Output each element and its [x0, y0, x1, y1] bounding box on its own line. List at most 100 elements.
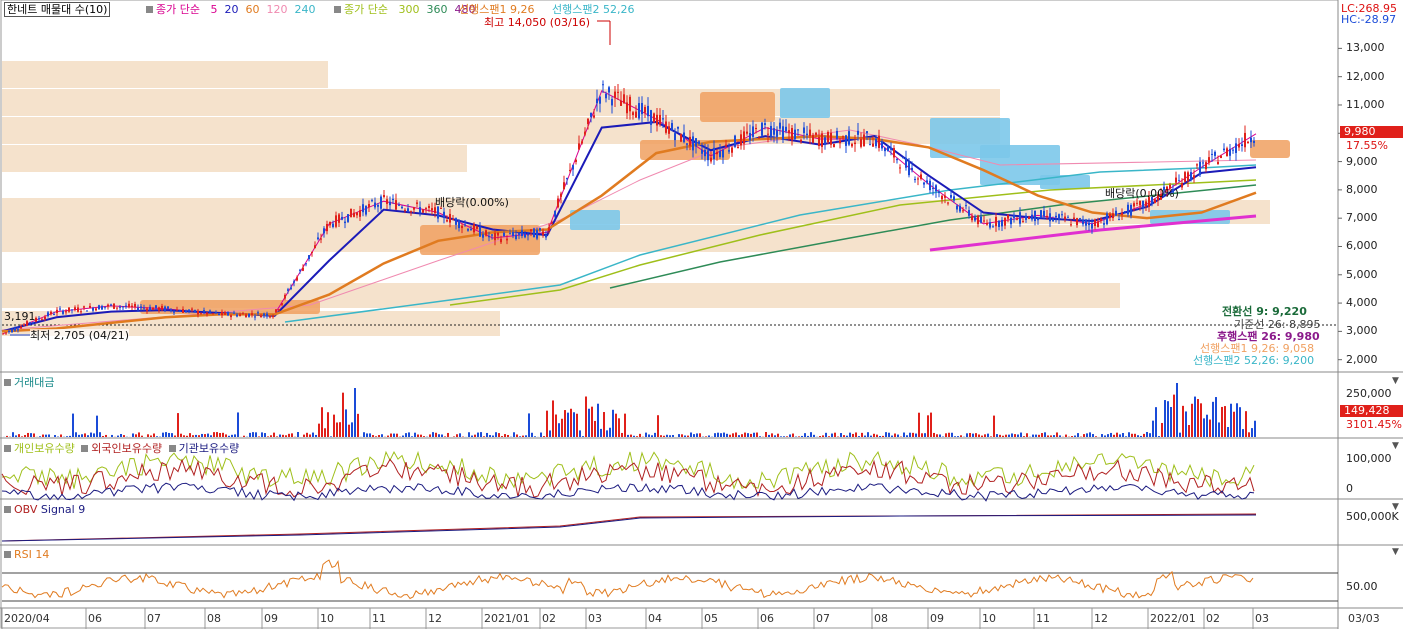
- volume-bar: [951, 432, 953, 437]
- candle-body: [986, 222, 988, 225]
- collapse-icon[interactable]: ▼: [1392, 376, 1399, 386]
- candle-body: [284, 294, 286, 299]
- volume-panel-title[interactable]: 거래대금: [4, 376, 54, 389]
- volume-bar: [966, 433, 968, 437]
- volume-bar: [1197, 399, 1199, 437]
- candle-body: [1193, 175, 1195, 179]
- volume-bar: [147, 434, 149, 437]
- volume-bar: [735, 432, 737, 437]
- candle-body: [551, 222, 553, 224]
- candle-body: [44, 316, 46, 320]
- volume-bar: [72, 413, 74, 437]
- candle-body: [146, 308, 148, 311]
- volume-bar: [324, 428, 326, 437]
- candle-body: [758, 137, 760, 139]
- collapse-icon[interactable]: ▼: [1392, 502, 1399, 512]
- volume-bar: [1077, 433, 1079, 437]
- obv-panel-title[interactable]: OBV Signal 9: [4, 503, 85, 516]
- candle-body: [860, 139, 862, 147]
- volume-bar: [222, 432, 224, 437]
- volume-bar: [468, 432, 470, 437]
- volume-bar: [102, 435, 104, 437]
- ma-long-legend[interactable]: 종가 단순 300 360 480: [334, 3, 475, 16]
- holdings-panel-title[interactable]: 개인보유수량 외국인보유수량 기관보유수량: [4, 442, 239, 455]
- price-tick: 4,000: [1346, 296, 1378, 310]
- collapse-icon[interactable]: ▼: [1392, 547, 1399, 557]
- candle-body: [1181, 183, 1183, 188]
- volume-bar: [1149, 433, 1151, 437]
- volume-bar: [1179, 432, 1181, 437]
- candle-body: [920, 174, 922, 179]
- low-annotation: 최저 2,705 (04/21): [30, 329, 130, 342]
- candle-body: [761, 122, 763, 136]
- rsi-panel-title[interactable]: RSI 14: [4, 548, 49, 561]
- rsi-title: RSI 14: [14, 548, 50, 561]
- span2-legend[interactable]: 선행스팬2 52,26: [552, 3, 634, 16]
- candle-body: [83, 306, 85, 308]
- candle-body: [86, 310, 88, 312]
- volume-bar: [1128, 432, 1130, 437]
- chart-canvas[interactable]: [0, 0, 1403, 629]
- candle-body: [95, 308, 97, 311]
- candle-body: [323, 228, 325, 234]
- volume-bar: [1233, 411, 1235, 437]
- candle-body: [185, 310, 187, 313]
- volume-bar: [921, 433, 923, 437]
- ref-price-label: 3,191: [4, 310, 36, 323]
- candle-body: [809, 129, 811, 137]
- candle-body: [839, 140, 841, 144]
- candle-body: [347, 214, 349, 222]
- volume-bar: [759, 436, 761, 437]
- candle-body: [689, 136, 691, 146]
- candle-body: [1124, 211, 1126, 213]
- volume-bar: [606, 430, 608, 437]
- volume-bar: [588, 408, 590, 437]
- candle-body: [500, 238, 502, 243]
- volume-bar: [279, 434, 281, 437]
- ma-period-240: 240: [294, 3, 316, 16]
- candle-body: [767, 133, 769, 135]
- candle-body: [173, 310, 175, 313]
- volume-bar: [285, 435, 287, 437]
- volume-bar: [210, 435, 212, 437]
- volume-bar: [600, 428, 602, 437]
- volume-bar: [15, 435, 17, 437]
- candle-body: [1202, 162, 1204, 164]
- volume-bar: [720, 433, 722, 437]
- volume-bar: [1122, 432, 1124, 437]
- volume-bar: [726, 433, 728, 437]
- volume-bar: [624, 413, 626, 437]
- volume-bar: [582, 436, 584, 437]
- stock-name[interactable]: 한네트 매물대 수(10): [4, 2, 111, 17]
- candle-body: [611, 99, 613, 106]
- volume-bar: [432, 432, 434, 437]
- stock-label[interactable]: 한네트 매물대 수(10): [4, 2, 111, 17]
- candle-body: [281, 303, 283, 305]
- ma-legend[interactable]: 종가 단순 5 20 60 120 240: [146, 3, 315, 16]
- volume-bar: [1116, 432, 1118, 437]
- candle-body: [227, 312, 229, 316]
- volume-bar: [405, 433, 407, 437]
- volume-bar: [696, 433, 698, 437]
- volume-bar: [1143, 433, 1145, 437]
- collapse-icon[interactable]: ▼: [1392, 441, 1399, 451]
- candle-body: [374, 202, 376, 208]
- volume-bar: [1236, 403, 1238, 437]
- volume-bar: [42, 434, 44, 437]
- candle-body: [713, 147, 715, 160]
- volume-bar: [138, 432, 140, 437]
- volume-bar: [1224, 406, 1226, 437]
- volume-bar: [1206, 414, 1208, 437]
- candle-body: [206, 312, 208, 315]
- x-tick: 09: [264, 612, 278, 625]
- holdings-tick-100k: 100,000: [1346, 452, 1392, 465]
- candle-body: [476, 226, 478, 229]
- candle-body: [149, 306, 151, 311]
- volume-bar: [822, 435, 824, 437]
- volume-bar: [237, 412, 239, 437]
- candle-body: [161, 305, 163, 310]
- span1-legend[interactable]: 선행스팬1 9,26: [459, 3, 534, 16]
- volume-bar: [1017, 434, 1019, 437]
- volume-bar: [552, 400, 554, 437]
- volume-bar: [1065, 434, 1067, 437]
